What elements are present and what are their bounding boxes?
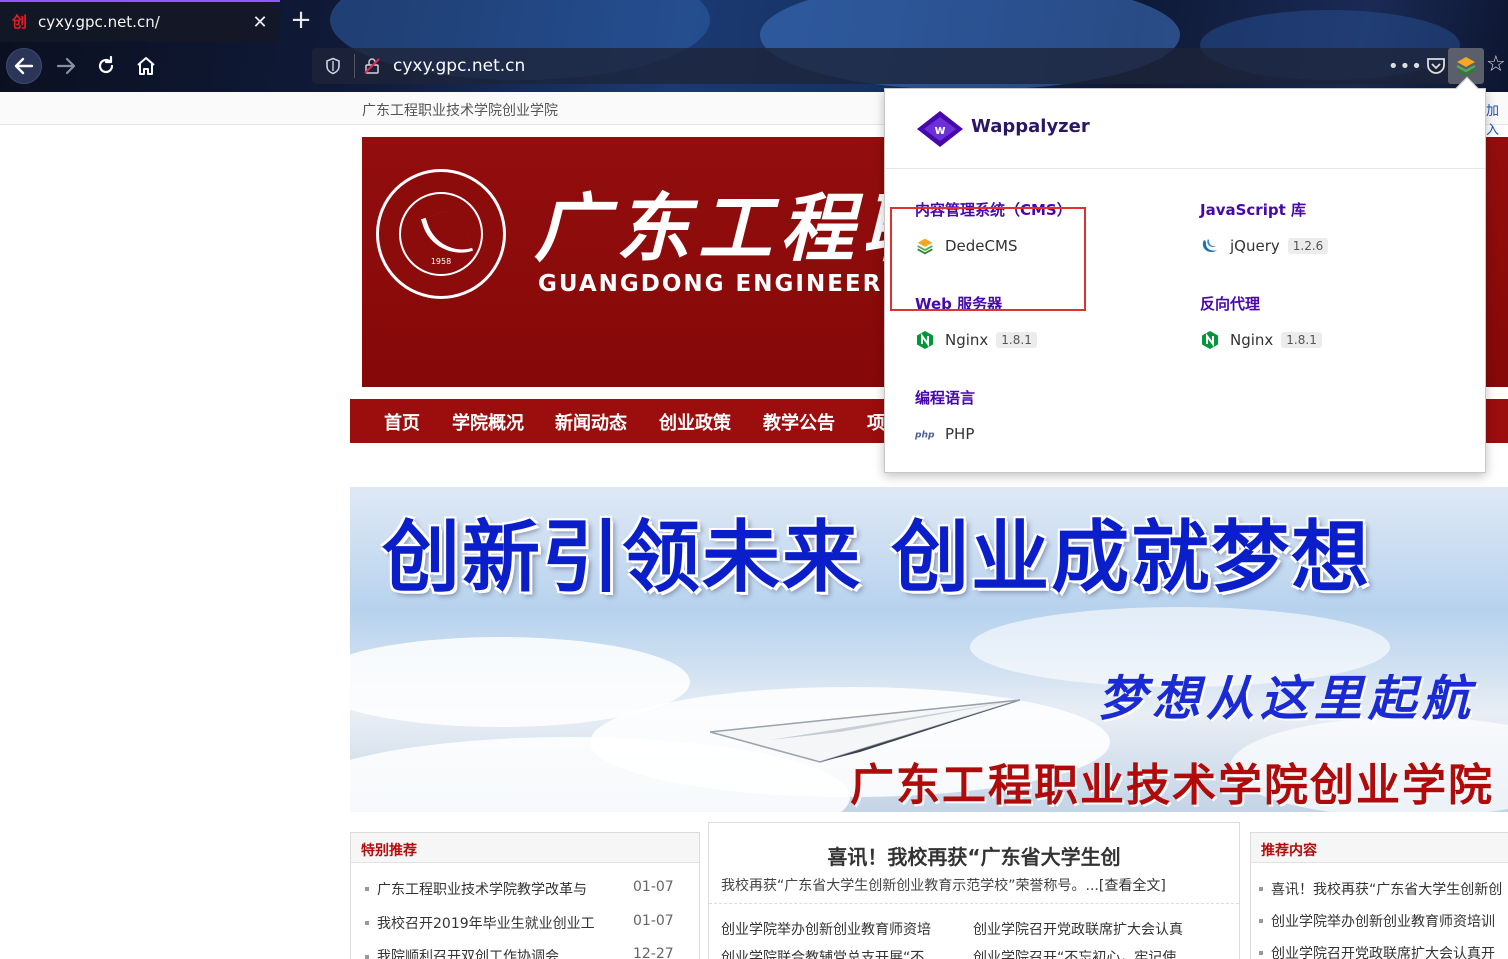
tech-name: Nginx: [1230, 331, 1274, 349]
news-panel: 喜讯！我校再获“广东省大学生创 我校再获“广东省大学生创新创业教育示范学校”荣誉…: [708, 822, 1240, 959]
arrow-left-icon: [14, 57, 34, 75]
version-badge: 1.8.1: [996, 332, 1037, 348]
highlight-annotation-box: [890, 207, 1086, 311]
url-separator: [354, 54, 355, 78]
hero-title: 创新引领未来 创业成就梦想: [382, 513, 1372, 603]
list-bullet: [1259, 951, 1263, 955]
featured-item[interactable]: 我校召开2019年毕业生就业创业工: [377, 913, 595, 933]
news-link[interactable]: 创业学院联合教辅党总支开展“不: [721, 947, 924, 959]
version-badge: 1.8.1: [1281, 332, 1322, 348]
url-bar[interactable]: cyxy.gpc.net.cn •••: [312, 48, 1452, 84]
navigation-toolbar: cyxy.gpc.net.cn •••: [0, 42, 1508, 92]
nav-item-news[interactable]: 新闻动态: [555, 409, 627, 435]
browser-chrome: 创 cyxy.gpc.net.cn/ ✕ + cyxy.gpc.net.cn •…: [0, 0, 1508, 92]
recommended-item[interactable]: 创业学院召开党政联席扩大会认真开: [1271, 943, 1495, 959]
reload-icon: [98, 55, 114, 74]
featured-item[interactable]: 我院顺利召开双创工作协调会: [377, 946, 559, 959]
tab-title: cyxy.gpc.net.cn/: [38, 13, 160, 31]
tech-name: PHP: [945, 425, 975, 443]
wappalyzer-brand: Wappalyzer: [971, 116, 1090, 137]
featured-header: 特别推荐: [351, 833, 699, 863]
list-bullet: [365, 955, 369, 959]
bookmark-star-icon[interactable]: ☆: [1486, 52, 1508, 80]
category-programming-language[interactable]: 编程语言: [915, 387, 975, 408]
nav-item-notices[interactable]: 教学公告: [763, 409, 835, 435]
news-link[interactable]: 创业学院召开“不忘初心，牢记使: [973, 947, 1176, 959]
page-actions-icon[interactable]: •••: [1388, 56, 1422, 77]
nav-item-about[interactable]: 学院概况: [452, 409, 524, 435]
divider: [709, 903, 1239, 904]
news-headline[interactable]: 喜讯！我校再获“广东省大学生创: [709, 841, 1239, 870]
recommended-heading: 推荐内容: [1261, 843, 1317, 859]
category-javascript-library[interactable]: JavaScript 库: [1200, 199, 1306, 220]
svg-text:w: w: [934, 123, 945, 137]
read-more-link[interactable]: [查看全文]: [1099, 878, 1166, 894]
list-bullet: [1259, 887, 1263, 891]
svg-text:php: php: [915, 431, 935, 441]
dedecms-icon: [1456, 57, 1476, 77]
school-logo: 1958: [376, 169, 506, 299]
list-bullet: [365, 921, 369, 925]
list-bullet: [1259, 919, 1263, 923]
tech-name: jQuery: [1230, 237, 1280, 255]
home-button[interactable]: [128, 48, 164, 84]
hero-slogan: 梦想从这里起航: [1098, 671, 1477, 727]
back-button[interactable]: [6, 48, 42, 84]
forward-button[interactable]: [48, 48, 84, 84]
arrow-right-icon: [56, 57, 76, 75]
browser-tab[interactable]: 创 cyxy.gpc.net.cn/ ✕: [0, 0, 280, 42]
shield-icon[interactable]: [318, 51, 348, 81]
tech-name: Nginx: [945, 331, 989, 349]
featured-date: 01-07: [633, 913, 674, 929]
wappalyzer-header: w Wappalyzer: [885, 89, 1485, 169]
recommended-header: 推荐内容: [1251, 833, 1508, 863]
home-icon: [137, 57, 155, 75]
logo-year: 1958: [430, 257, 452, 266]
insecure-lock-icon[interactable]: [361, 55, 383, 77]
nginx-icon: [915, 330, 935, 350]
favicon-icon: 创: [12, 13, 28, 31]
wappalyzer-popup: w Wappalyzer 内容管理系统（CMS） DedeCMS JavaScr…: [884, 76, 1486, 473]
version-badge: 1.2.6: [1287, 238, 1329, 254]
nav-item-projects[interactable]: 项: [867, 409, 885, 435]
nav-item-home[interactable]: 首页: [384, 409, 420, 435]
tech-nginx[interactable]: Nginx 1.8.1: [915, 330, 1037, 350]
recommended-item[interactable]: 创业学院举办创新创业教育师资培训: [1271, 911, 1495, 931]
hero-school-name: 广东工程职业技术学院创业学院: [850, 760, 1494, 811]
news-summary: 我校再获“广东省大学生创新创业教育示范学校”荣誉称号。...[查看全文]: [721, 875, 1166, 895]
featured-date: 01-07: [633, 879, 674, 895]
tech-jquery[interactable]: jQuery 1.2.6: [1200, 236, 1329, 256]
recommended-panel: 推荐内容 喜讯！我校再获“广东省大学生创新创 创业学院举办创新创业教育师资培训 …: [1250, 832, 1508, 959]
news-link[interactable]: 创业学院举办创新创业教育师资培: [721, 919, 931, 939]
recommended-item[interactable]: 喜讯！我校再获“广东省大学生创新创: [1271, 879, 1502, 899]
nav-item-policy[interactable]: 创业政策: [659, 409, 731, 435]
tech-php[interactable]: php PHP: [915, 424, 974, 444]
join-link[interactable]: 加入: [1486, 100, 1508, 138]
url-text: cyxy.gpc.net.cn: [393, 56, 526, 76]
featured-item[interactable]: 广东工程职业技术学院教学改革与: [377, 879, 587, 899]
featured-panel: 特别推荐 广东工程职业技术学院教学改革与 01-07 我校召开2019年毕业生就…: [350, 832, 700, 959]
news-summary-text: 我校再获“广东省大学生创新创业教育示范学校”荣誉称号。...: [721, 878, 1099, 894]
jquery-icon: [1200, 236, 1220, 256]
banner-english-title: GUANGDONG ENGINEERI: [538, 271, 893, 297]
nginx-icon: [1200, 330, 1220, 350]
wappalyzer-logo-icon: w: [917, 111, 963, 147]
featured-date: 12-27: [633, 946, 674, 959]
tech-nginx[interactable]: Nginx 1.8.1: [1200, 330, 1322, 350]
php-icon: php: [915, 424, 935, 444]
close-tab-icon[interactable]: ✕: [246, 12, 274, 33]
logo-ring: 1958: [399, 192, 483, 276]
logo-swoosh: [420, 206, 474, 264]
list-bullet: [365, 887, 369, 891]
featured-heading: 特别推荐: [361, 843, 417, 859]
hero-banner: 创新引领未来 创业成就梦想 梦想从这里起航 广东工程职业技术学院创业学院: [350, 487, 1508, 812]
category-reverse-proxy[interactable]: 反向代理: [1200, 293, 1260, 314]
reload-button[interactable]: [88, 48, 124, 84]
new-tab-button[interactable]: +: [286, 6, 316, 36]
news-link[interactable]: 创业学院召开党政联席扩大会认真: [973, 919, 1183, 939]
site-subtitle: 广东工程职业技术学院创业学院: [362, 103, 558, 119]
